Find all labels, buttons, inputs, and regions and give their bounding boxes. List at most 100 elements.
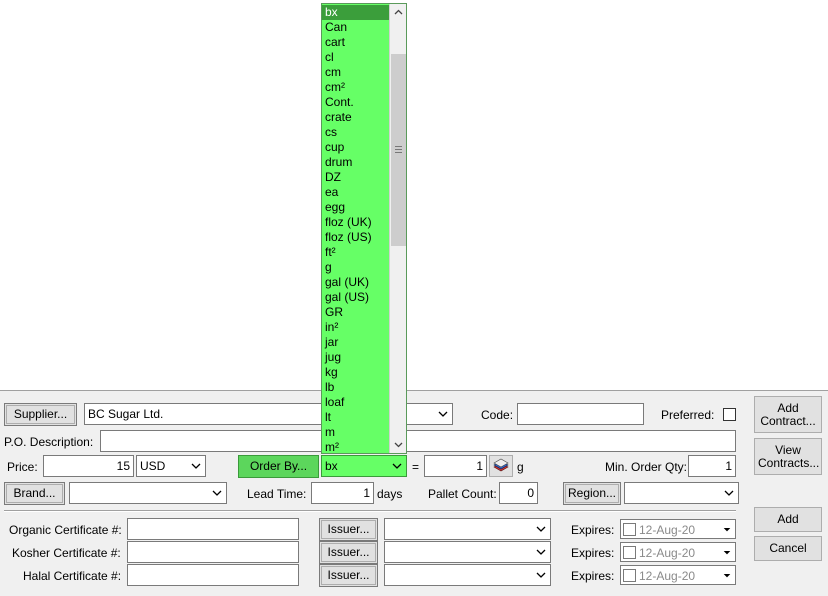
code-label: Code: [481, 408, 514, 422]
halal-expires-label: Expires: [571, 569, 615, 583]
unit-dropdown-list[interactable]: bx Can cart cl cm cm² Cont. crate cs cup drum DZ ea e… [321, 3, 407, 454]
dropdown-option[interactable]: cs [322, 125, 389, 140]
add-button[interactable]: Add [754, 507, 822, 532]
order-unit-value: bx [325, 459, 338, 473]
region-select[interactable] [624, 482, 739, 504]
order-unit-select[interactable]: bx [321, 455, 407, 477]
kosher-issuer-select[interactable] [384, 541, 551, 563]
dropdown-option[interactable]: lt [322, 410, 389, 425]
lead-time-unit: days [377, 487, 403, 501]
po-description-label: P.O. Description: [4, 435, 94, 449]
chevron-down-icon [191, 463, 201, 469]
conversion-qty-input[interactable]: 1 [424, 455, 487, 477]
dropdown-option[interactable]: crate [322, 110, 389, 125]
dropdown-option[interactable]: cart [322, 35, 389, 50]
kosher-expires-value: 12-Aug-20 [639, 546, 696, 560]
view-contracts-label: View Contracts... [758, 442, 820, 470]
chevron-down-icon[interactable] [718, 543, 735, 561]
pallet-count-label: Pallet Count: [428, 487, 497, 501]
organic-issuer-button[interactable]: Issuer... [319, 518, 378, 541]
organic-certificate-label: Organic Certificate #: [9, 523, 122, 537]
organic-expires-checkbox[interactable] [623, 523, 636, 536]
price-input[interactable]: 15 [43, 455, 134, 477]
dropdown-option[interactable]: DZ [322, 170, 389, 185]
lead-time-label: Lead Time: [247, 487, 307, 501]
dropdown-option[interactable]: ea [322, 185, 389, 200]
halal-expires-date[interactable]: 12-Aug-20 [620, 565, 736, 585]
dropdown-option[interactable]: gal (US) [322, 290, 389, 305]
dropdown-option[interactable]: GR [322, 305, 389, 320]
price-label: Price: [7, 460, 38, 474]
organic-expires-date[interactable]: 12-Aug-20 [620, 519, 736, 539]
region-button[interactable]: Region... [563, 482, 621, 505]
equals-sign: = [412, 460, 420, 474]
dropdown-option[interactable]: drum [322, 155, 389, 170]
order-by-button[interactable]: Order By... [238, 455, 319, 478]
dropdown-option[interactable]: egg [322, 200, 389, 215]
brand-button[interactable]: Brand... [4, 482, 65, 505]
currency-value: USD [140, 459, 166, 473]
organic-issuer-select[interactable] [384, 518, 551, 540]
kosher-issuer-button[interactable]: Issuer... [319, 541, 378, 564]
halal-expires-checkbox[interactable] [623, 569, 636, 582]
dropdown-option[interactable]: m [322, 425, 389, 440]
dropdown-option[interactable]: jar [322, 335, 389, 350]
chevron-down-icon[interactable] [718, 566, 735, 584]
dropdown-option[interactable]: cl [322, 50, 389, 65]
kosher-expires-checkbox[interactable] [623, 546, 636, 559]
chevron-down-icon [438, 411, 448, 417]
dropdown-option[interactable]: gal (UK) [322, 275, 389, 290]
chevron-down-icon [536, 572, 546, 578]
brand-select[interactable] [69, 482, 227, 504]
supplier-button[interactable]: Supplier... [4, 403, 77, 426]
dropdown-option[interactable]: cup [322, 140, 389, 155]
unit-conversion-button[interactable] [489, 455, 513, 477]
dropdown-option[interactable]: ft² [322, 245, 389, 260]
chevron-down-icon [392, 463, 402, 469]
scroll-thumb[interactable] [391, 54, 406, 247]
dropdown-option[interactable]: kg [322, 365, 389, 380]
lead-time-input[interactable]: 1 [311, 482, 374, 504]
chevron-down-icon[interactable] [718, 520, 735, 538]
grip-icon [395, 146, 402, 154]
chevron-down-icon [394, 442, 403, 448]
dropdown-option[interactable]: Cont. [322, 95, 389, 110]
preferred-label: Preferred: [661, 408, 715, 422]
scroll-up-button[interactable] [390, 4, 406, 21]
currency-select[interactable]: USD [136, 455, 206, 477]
dropdown-option[interactable]: floz (UK) [322, 215, 389, 230]
min-order-qty-input[interactable]: 1 [688, 455, 736, 477]
dropdown-option[interactable]: lb [322, 380, 389, 395]
view-contracts-button[interactable]: View Contracts... [754, 438, 822, 475]
dropdown-option[interactable]: loaf [322, 395, 389, 410]
dropdown-option[interactable]: m² [322, 440, 389, 453]
organic-certificate-input[interactable] [127, 518, 299, 540]
add-contract-button[interactable]: Add Contract... [754, 396, 822, 433]
dropdown-option[interactable]: in² [322, 320, 389, 335]
dropdown-option[interactable]: floz (US) [322, 230, 389, 245]
dropdown-option[interactable]: Can [322, 20, 389, 35]
dropdown-option[interactable]: g [322, 260, 389, 275]
chevron-down-icon [536, 549, 546, 555]
po-description-input[interactable] [100, 430, 736, 452]
halal-issuer-select[interactable] [384, 564, 551, 586]
halal-certificate-label: Halal Certificate #: [23, 569, 122, 583]
kosher-expires-date[interactable]: 12-Aug-20 [620, 542, 736, 562]
dropdown-scrollbar[interactable] [389, 4, 406, 453]
halal-issuer-button[interactable]: Issuer... [319, 564, 378, 587]
scroll-down-button[interactable] [390, 436, 406, 453]
code-input[interactable] [517, 403, 644, 425]
dropdown-option[interactable]: cm² [322, 80, 389, 95]
preferred-checkbox[interactable] [723, 408, 736, 421]
dropdown-option[interactable]: jug [322, 350, 389, 365]
cancel-button[interactable]: Cancel [754, 536, 822, 561]
halal-certificate-input[interactable] [127, 564, 299, 586]
pallet-count-input[interactable]: 0 [499, 482, 538, 504]
dropdown-option[interactable]: cm [322, 65, 389, 80]
dropdown-option[interactable]: bx [322, 5, 389, 20]
stack-icon [493, 458, 509, 472]
kosher-certificate-label: Kosher Certificate #: [12, 546, 121, 560]
organic-expires-label: Expires: [571, 523, 615, 537]
supplier-value: BC Sugar Ltd. [88, 407, 164, 421]
kosher-certificate-input[interactable] [127, 541, 299, 563]
